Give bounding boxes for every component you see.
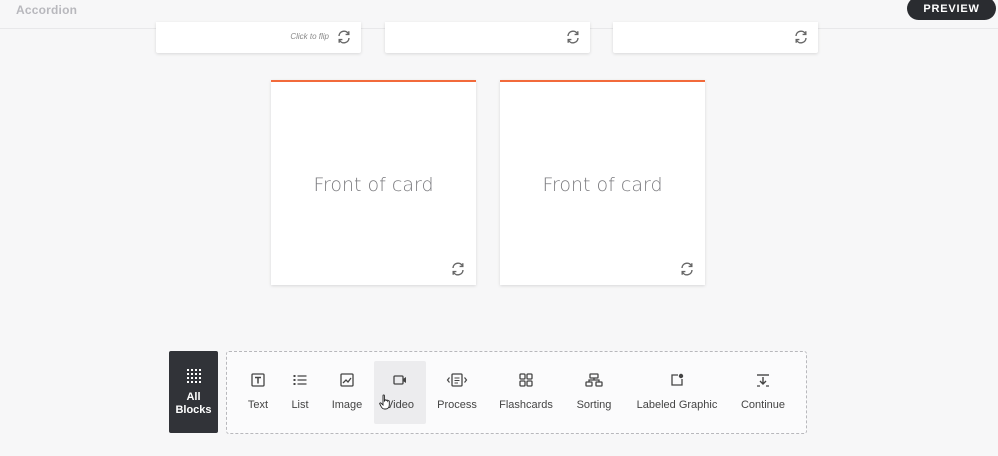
- block-continue-button[interactable]: Continue: [735, 361, 791, 424]
- flip-icon[interactable]: [565, 29, 581, 45]
- labeled-graphic-icon: [671, 373, 684, 386]
- video-icon: [393, 375, 406, 385]
- grid-icon: [186, 369, 201, 383]
- flashcards-icon: [519, 373, 533, 387]
- flip-icon[interactable]: [793, 29, 809, 45]
- sorting-icon: [585, 373, 603, 387]
- block-label: Flashcards: [499, 399, 553, 411]
- card-front-text: Front of card: [313, 174, 434, 196]
- block-video-button[interactable]: Video: [374, 361, 426, 424]
- block-label: Process: [437, 399, 477, 411]
- block-image-button[interactable]: Image: [327, 361, 367, 424]
- flashcard-2[interactable]: Front of card: [500, 80, 705, 285]
- all-blocks-label-line: All: [186, 391, 201, 403]
- block-process-button[interactable]: Process: [433, 361, 481, 424]
- block-text-button[interactable]: Text: [241, 361, 275, 424]
- image-icon: [340, 373, 354, 387]
- block-label: Text: [247, 399, 269, 411]
- list-icon: [293, 375, 307, 385]
- block-label: Labeled Graphic: [636, 399, 718, 411]
- block-label: Sorting: [576, 399, 612, 411]
- click-to-flip-hint: Click to flip: [290, 32, 329, 41]
- block-flashcards-button[interactable]: Flashcards: [495, 361, 557, 424]
- hand-cursor-icon: [379, 394, 390, 410]
- block-label: Continue: [740, 399, 786, 411]
- block-sorting-button[interactable]: Sorting: [571, 361, 617, 424]
- block-type-panel: Text List Image Video Process Flashcards…: [226, 351, 807, 434]
- flip-icon[interactable]: [679, 261, 695, 277]
- continue-icon: [757, 374, 769, 387]
- process-icon: [446, 373, 468, 387]
- block-label: List: [291, 399, 309, 411]
- all-blocks-button[interactable]: All Blocks: [169, 351, 218, 433]
- flashcard-1[interactable]: Front of card: [271, 80, 476, 285]
- flip-icon[interactable]: [336, 29, 352, 45]
- text-icon: [251, 373, 265, 387]
- block-label: Image: [331, 399, 363, 411]
- block-labeled-graphic-button[interactable]: Labeled Graphic: [631, 361, 723, 424]
- card-front-text: Front of card: [542, 174, 663, 196]
- flip-icon[interactable]: [450, 261, 466, 277]
- preview-button[interactable]: PREVIEW: [907, 0, 996, 20]
- block-list-button[interactable]: List: [283, 361, 317, 424]
- all-blocks-label-line: Blocks: [175, 404, 212, 416]
- flashcard-top-3[interactable]: [613, 22, 818, 53]
- flashcard-top-2[interactable]: [385, 22, 590, 53]
- flashcard-top-1[interactable]: Click to flip: [156, 22, 361, 53]
- all-blocks-label: All Blocks: [175, 391, 211, 417]
- lesson-title: Accordion: [16, 3, 78, 17]
